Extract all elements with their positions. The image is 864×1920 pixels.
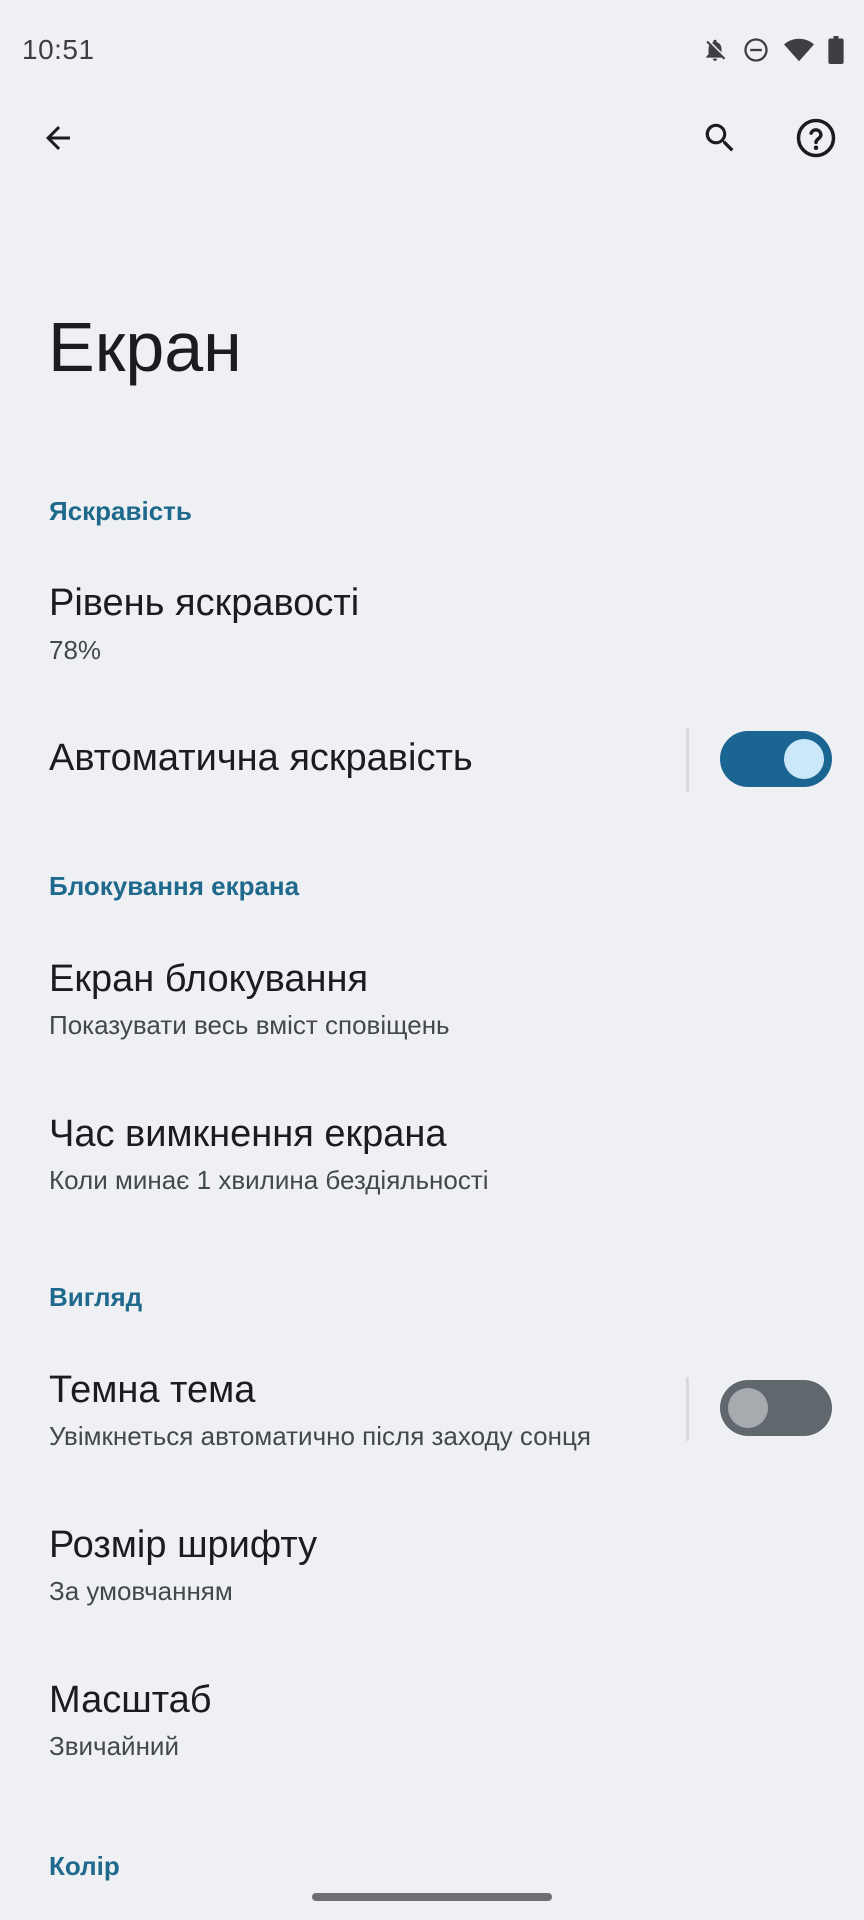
notifications-off-icon [702,36,728,64]
pref-title: Темна тема [49,1369,256,1411]
dark-theme-item[interactable]: Темна тема Увімкнеться автоматично після… [0,1357,864,1473]
pref-summary: Коли минає 1 хвилина бездіяльності [49,1165,489,1195]
divider [686,1377,689,1441]
pref-title: Екран блокування [49,958,369,1000]
pref-title: Розмір шрифту [49,1524,318,1566]
pref-title: Масштаб [49,1679,212,1721]
pref-title: Рівень яскравості [49,582,360,624]
brightness-level-item[interactable]: Рівень яскравості 78% [0,570,864,680]
search-icon [701,119,739,162]
pref-title: Автоматична яскравість [49,737,473,779]
arrow-back-icon [40,120,76,161]
pref-summary: Увімкнеться автоматично після заходу сон… [49,1421,591,1451]
screen-timeout-item[interactable]: Час вимкнення екрана Коли минає 1 хвилин… [0,1101,864,1217]
switch-thumb [728,1388,768,1428]
font-size-item[interactable]: Розмір шрифту За умовчанням [0,1512,864,1628]
auto-brightness-item[interactable]: Автоматична яскравість [0,712,864,806]
search-button[interactable] [684,104,756,176]
gesture-nav-handle[interactable] [312,1893,552,1901]
pref-summary: 78% [49,635,102,665]
display-size-item[interactable]: Масштаб Звичайний [0,1667,864,1783]
section-header-brightness: Яскравість [49,496,192,526]
back-button[interactable] [22,104,94,176]
page-title: Екран [48,308,242,386]
do-not-disturb-icon [742,36,770,64]
dark-theme-switch[interactable] [720,1380,832,1436]
switch-thumb [784,739,824,779]
section-header-lock-screen: Блокування екрана [49,871,300,901]
wifi-icon [784,37,814,63]
status-bar: 10:51 [0,0,864,104]
pref-title: Час вимкнення екрана [49,1113,447,1155]
section-header-color: Колір [49,1851,120,1881]
status-icons [702,34,844,66]
battery-icon [828,36,844,64]
section-header-appearance: Вигляд [49,1282,143,1312]
help-button[interactable] [780,104,852,176]
pref-summary: Звичайний [49,1731,179,1761]
display-settings-screen: 10:51 Екран Яскравість Рівень яскравості… [0,0,864,1920]
pref-summary: Показувати весь вміст сповіщень [49,1010,450,1040]
pref-summary: За умовчанням [49,1576,233,1606]
auto-brightness-switch[interactable] [720,731,832,787]
app-bar [0,104,864,176]
help-icon [795,117,837,164]
status-time: 10:51 [22,34,95,65]
divider [686,728,689,792]
lock-screen-item[interactable]: Екран блокування Показувати весь вміст с… [0,946,864,1062]
